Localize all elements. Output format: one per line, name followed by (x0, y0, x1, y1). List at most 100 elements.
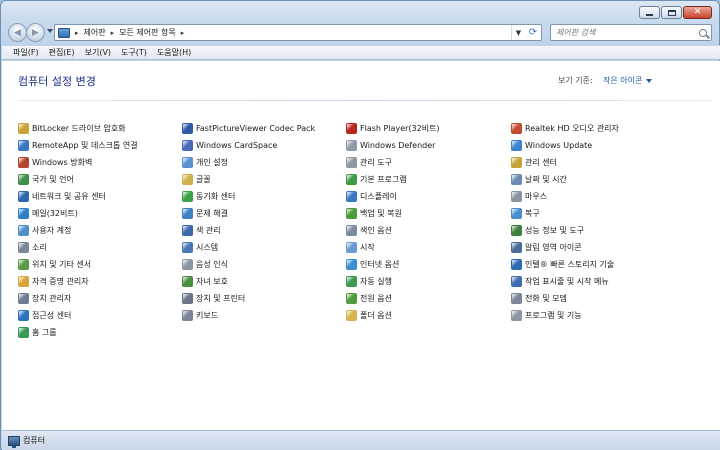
content-pane: 컴퓨터 설정 변경 보기 기준: 작은 아이콘 BitLocker 드라이브 암… (2, 61, 720, 430)
control-panel-item[interactable]: Windows Defender (346, 137, 511, 154)
control-panel-item[interactable]: 동기화 센터 (182, 188, 347, 205)
search-icon[interactable] (699, 28, 707, 37)
control-panel-item[interactable]: 글꼴 (182, 171, 347, 188)
control-panel-item[interactable]: 복구 (511, 205, 676, 222)
control-panel-item[interactable]: 전원 옵션 (346, 290, 511, 307)
view-by-label: 보기 기준: (558, 76, 593, 85)
control-panel-item-label: 글꼴 (196, 175, 211, 184)
control-panel-item[interactable]: 소리 (18, 239, 183, 256)
control-panel-item[interactable]: 색인 옵션 (346, 222, 511, 239)
control-panel-item[interactable]: 자격 증명 관리자 (18, 273, 183, 290)
control-panel-item[interactable]: 백업 및 복원 (346, 205, 511, 222)
chevron-down-icon[interactable] (646, 78, 653, 83)
control-panel-item[interactable]: 음성 인식 (182, 256, 347, 273)
control-panel-item[interactable]: 개인 설정 (182, 154, 347, 171)
parental-controls-icon (182, 276, 193, 287)
control-panel-item[interactable]: 인터넷 옵션 (346, 256, 511, 273)
control-panel-item-label: 동기화 센터 (196, 192, 236, 201)
control-panel-item-label: 관리 도구 (360, 158, 392, 167)
control-panel-item[interactable]: 색 관리 (182, 222, 347, 239)
control-panel-item[interactable]: 네트워크 및 공유 센터 (18, 188, 183, 205)
control-panel-item[interactable]: 관리 센터 (511, 154, 676, 171)
close-button[interactable]: ✕ (683, 6, 712, 19)
date-time-icon (511, 174, 522, 185)
chevron-right-icon[interactable]: ▸ (111, 29, 115, 37)
control-panel-item[interactable]: 인텔® 빠른 스토리지 기술 (511, 256, 676, 273)
control-panel-item-label: BitLocker 드라이브 암호화 (32, 124, 126, 133)
view-by-value[interactable]: 작은 아이콘 (603, 75, 642, 86)
control-panel-item[interactable]: 마우스 (511, 188, 676, 205)
control-panel-item[interactable]: RemoteApp 및 데스크톱 연결 (18, 137, 183, 154)
control-panel-item[interactable]: 접근성 센터 (18, 307, 183, 324)
control-panel-icon (58, 27, 70, 38)
keyboard-icon (182, 310, 193, 321)
control-panel-item[interactable]: 전화 및 모뎀 (511, 290, 676, 307)
control-panel-items: BitLocker 드라이브 암호화 RemoteApp 및 데스크톱 연결 Win… (18, 120, 718, 350)
control-panel-item-label: 시스템 (196, 243, 219, 252)
control-panel-item[interactable]: 디스플레이 (346, 188, 511, 205)
taskbar-icon (511, 276, 522, 287)
chevron-right-icon[interactable]: ▸ (75, 29, 79, 37)
control-panel-item[interactable]: Realtek HD 오디오 관리자 (511, 120, 676, 137)
menu-edit[interactable]: 편집(E) (44, 47, 80, 58)
control-panel-item[interactable]: 자녀 보호 (182, 273, 347, 290)
refresh-icon[interactable]: ⟳ (525, 25, 541, 40)
control-panel-item-label: 색인 옵션 (360, 226, 392, 235)
control-panel-item[interactable]: BitLocker 드라이브 암호화 (18, 120, 183, 137)
search-input[interactable] (551, 28, 691, 37)
control-panel-item[interactable]: 키보드 (182, 307, 347, 324)
printer-icon (182, 293, 193, 304)
microphone-icon (182, 259, 193, 270)
autoplay-icon (346, 276, 357, 287)
flash-icon (346, 123, 357, 134)
control-panel-item[interactable]: 국가 및 언어 (18, 171, 183, 188)
control-panel-item[interactable]: 장치 관리자 (18, 290, 183, 307)
control-panel-item[interactable]: 성능 정보 및 도구 (511, 222, 676, 239)
troubleshooting-icon (182, 208, 193, 219)
control-panel-item[interactable]: 위치 및 기타 센서 (18, 256, 183, 273)
minimize-button[interactable] (639, 6, 660, 19)
menu-tools[interactable]: 도구(T) (116, 47, 152, 58)
control-panel-item-label: 성능 정보 및 도구 (525, 226, 585, 235)
control-panel-item[interactable]: 관리 도구 (346, 154, 511, 171)
recent-pages-dropdown[interactable] (47, 29, 53, 33)
menu-view[interactable]: 보기(V) (80, 47, 116, 58)
control-panel-item[interactable]: 알림 영역 아이콘 (511, 239, 676, 256)
menu-file[interactable]: 파일(F) (8, 47, 44, 58)
control-panel-item[interactable]: 사용자 계정 (18, 222, 183, 239)
control-panel-item[interactable]: 메일(32비트) (18, 205, 183, 222)
control-panel-item[interactable]: 장치 및 프린터 (182, 290, 347, 307)
control-panel-item[interactable]: Windows Update (511, 137, 676, 154)
control-panel-item[interactable]: FastPictureViewer Codec Pack (182, 120, 347, 137)
breadcrumb-all-items[interactable]: 모든 제어판 항목 (119, 27, 176, 38)
control-panel-item[interactable]: 작업 표시줄 및 시작 메뉴 (511, 273, 676, 290)
menu-help[interactable]: 도움말(H) (152, 47, 196, 58)
control-panel-item[interactable]: 폴더 옵션 (346, 307, 511, 324)
control-panel-item[interactable]: 날짜 및 시간 (511, 171, 676, 188)
control-panel-item[interactable]: 시작 (346, 239, 511, 256)
control-panel-item[interactable]: 기본 프로그램 (346, 171, 511, 188)
control-panel-item[interactable]: 프로그램 및 기능 (511, 307, 676, 324)
search-box[interactable] (550, 24, 712, 41)
forward-button[interactable]: ▶ (26, 23, 45, 42)
control-panel-item[interactable]: Windows CardSpace (182, 137, 347, 154)
control-panel-item[interactable]: 문제 해결 (182, 205, 347, 222)
backup-icon (346, 208, 357, 219)
back-button[interactable]: ◀ (8, 23, 27, 42)
control-panel-item-label: 날짜 및 시간 (525, 175, 567, 184)
maximize-button[interactable] (661, 6, 682, 19)
getting-started-icon (346, 242, 357, 253)
control-panel-item[interactable]: 자동 실행 (346, 273, 511, 290)
address-bar[interactable]: ▸ 제어판 ▸ 모든 제어판 항목 ▸ ▼ ⟳ (54, 24, 542, 41)
view-by-dropdown[interactable]: 작은 아이콘 (603, 75, 653, 86)
intel-storage-icon (511, 259, 522, 270)
control-panel-item[interactable]: Windows 방화벽 (18, 154, 183, 171)
control-panel-item[interactable]: 홈 그룹 (18, 324, 183, 341)
control-panel-item[interactable]: Flash Player(32비트) (346, 120, 511, 137)
chevron-right-icon[interactable]: ▸ (181, 29, 185, 37)
control-panel-item-label: 전원 옵션 (360, 294, 392, 303)
control-panel-item[interactable]: 시스템 (182, 239, 347, 256)
breadcrumb-control-panel[interactable]: 제어판 (84, 27, 106, 38)
control-panel-item-label: 장치 관리자 (32, 294, 72, 303)
address-dropdown-button[interactable]: ▼ (511, 25, 525, 40)
